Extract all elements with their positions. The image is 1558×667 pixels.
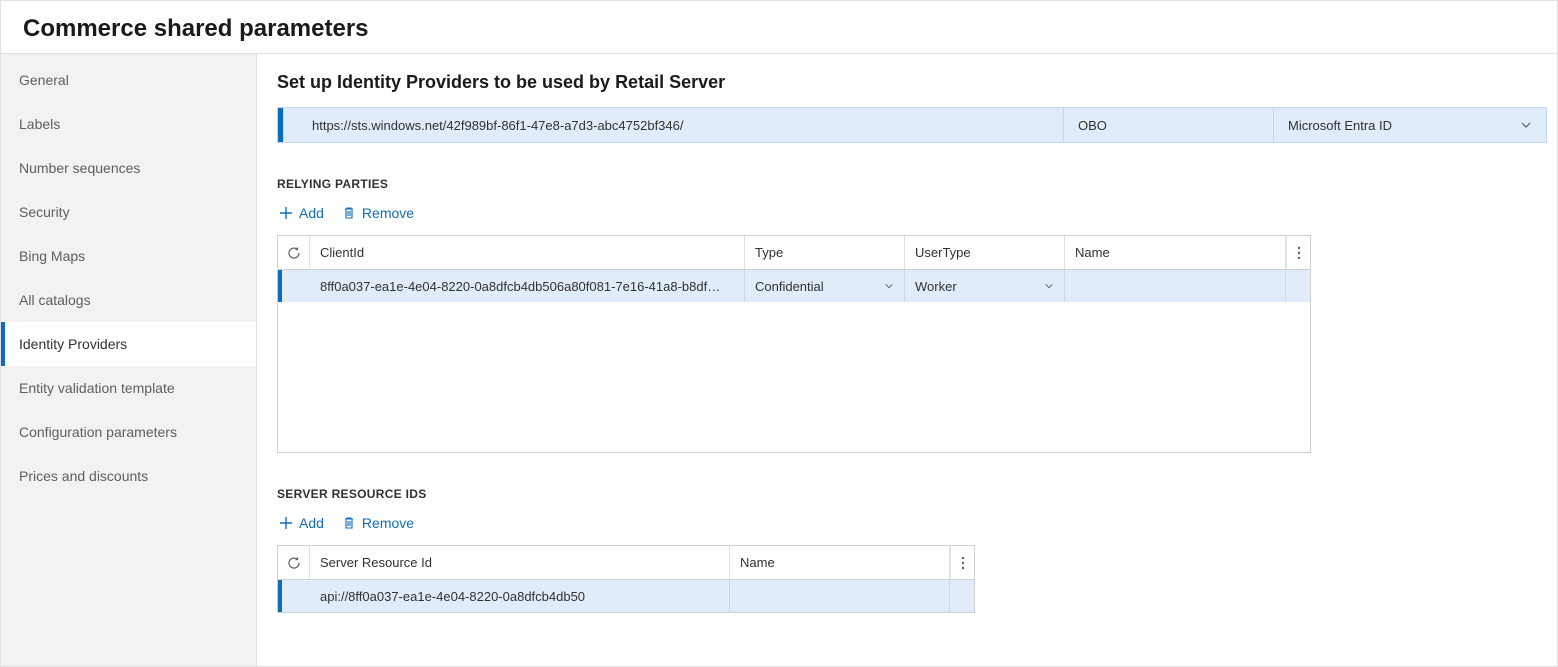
more-icon — [1297, 246, 1301, 260]
clientid-cell[interactable]: 8ff0a037-ea1e-4e04-8220-0a8dfcb4db506a80… — [310, 270, 745, 302]
grid-body: api://8ff0a037-ea1e-4e04-8220-0a8dfcb4db… — [278, 580, 974, 612]
remove-button[interactable]: Remove — [340, 201, 416, 225]
idp-name-cell[interactable]: Microsoft Entra ID — [1273, 108, 1546, 142]
refresh-icon — [287, 556, 301, 570]
sidebar-item-bing-maps[interactable]: Bing Maps — [1, 234, 256, 278]
sidebar-item-labels[interactable]: Labels — [1, 102, 256, 146]
row-selector[interactable] — [278, 580, 310, 612]
sidebar-item-label: Security — [19, 204, 70, 220]
grid-header: ClientId Type UserType Name — [278, 236, 1310, 270]
main-content: Set up Identity Providers to be used by … — [257, 54, 1557, 666]
relying-parties-title: RELYING PARTIES — [277, 177, 1547, 191]
server-resource-id-cell[interactable]: api://8ff0a037-ea1e-4e04-8220-0a8dfcb4db… — [310, 580, 730, 612]
idp-type-cell[interactable]: OBO — [1063, 108, 1273, 142]
idp-issuer-cell[interactable]: https://sts.windows.net/42f989bf-86f1-47… — [283, 108, 1063, 142]
section-heading: Set up Identity Providers to be used by … — [277, 72, 1547, 93]
chevron-down-icon — [1520, 119, 1532, 131]
refresh-button[interactable] — [278, 546, 310, 579]
sidebar-item-label: All catalogs — [19, 292, 91, 308]
idp-issuer-value: https://sts.windows.net/42f989bf-86f1-47… — [312, 118, 683, 133]
server-resource-id-value: api://8ff0a037-ea1e-4e04-8220-0a8dfcb4db… — [320, 589, 585, 604]
server-resource-ids-toolbar: Add Remove — [277, 511, 1547, 535]
sidebar-item-label: Prices and discounts — [19, 468, 148, 484]
table-row[interactable]: api://8ff0a037-ea1e-4e04-8220-0a8dfcb4db… — [278, 580, 974, 612]
add-button[interactable]: Add — [277, 511, 326, 535]
column-header-server-resource-id[interactable]: Server Resource Id — [310, 546, 730, 579]
plus-icon — [279, 516, 293, 530]
sidebar-item-entity-validation-template[interactable]: Entity validation template — [1, 366, 256, 410]
identity-provider-row[interactable]: https://sts.windows.net/42f989bf-86f1-47… — [277, 107, 1547, 143]
add-label: Add — [299, 515, 324, 531]
idp-type-value: OBO — [1078, 118, 1107, 133]
add-label: Add — [299, 205, 324, 221]
sidebar-item-label: Identity Providers — [19, 336, 127, 352]
column-header-name[interactable]: Name — [730, 546, 950, 579]
grid-empty-space — [278, 302, 1310, 452]
more-options-button[interactable] — [950, 546, 974, 579]
type-value: Confidential — [755, 279, 824, 294]
row-selector[interactable] — [278, 270, 310, 302]
remove-button[interactable]: Remove — [340, 511, 416, 535]
sidebar-item-label: Configuration parameters — [19, 424, 177, 440]
row-trailing — [1286, 270, 1310, 302]
sidebar-item-number-sequences[interactable]: Number sequences — [1, 146, 256, 190]
sidebar-item-security[interactable]: Security — [1, 190, 256, 234]
server-resource-ids-title: SERVER RESOURCE IDS — [277, 487, 1547, 501]
refresh-icon — [287, 246, 301, 260]
usertype-value: Worker — [915, 279, 957, 294]
relying-parties-grid: ClientId Type UserType Name 8ff0a037-ea1… — [277, 235, 1311, 453]
sidebar-item-prices-and-discounts[interactable]: Prices and discounts — [1, 454, 256, 498]
column-header-clientid[interactable]: ClientId — [310, 236, 745, 269]
sidebar-item-general[interactable]: General — [1, 58, 256, 102]
page-title: Commerce shared parameters — [1, 1, 1557, 53]
remove-label: Remove — [362, 515, 414, 531]
sidebar-item-all-catalogs[interactable]: All catalogs — [1, 278, 256, 322]
column-header-type[interactable]: Type — [745, 236, 905, 269]
more-options-button[interactable] — [1286, 236, 1310, 269]
column-header-usertype[interactable]: UserType — [905, 236, 1065, 269]
name-cell[interactable] — [1065, 270, 1286, 302]
sidebar-item-label: Bing Maps — [19, 248, 85, 264]
trash-icon — [342, 206, 356, 220]
trash-icon — [342, 516, 356, 530]
clientid-value: 8ff0a037-ea1e-4e04-8220-0a8dfcb4db506a80… — [320, 279, 720, 294]
grid-body: 8ff0a037-ea1e-4e04-8220-0a8dfcb4db506a80… — [278, 270, 1310, 452]
sidebar-item-identity-providers[interactable]: Identity Providers — [1, 322, 256, 366]
sidebar-item-label: General — [19, 72, 69, 88]
usertype-cell[interactable]: Worker — [905, 270, 1065, 302]
sidebar-item-label: Labels — [19, 116, 60, 132]
relying-parties-toolbar: Add Remove — [277, 201, 1547, 225]
sidebar-item-configuration-parameters[interactable]: Configuration parameters — [1, 410, 256, 454]
sidebar-item-label: Entity validation template — [19, 380, 175, 396]
grid-header: Server Resource Id Name — [278, 546, 974, 580]
column-header-name[interactable]: Name — [1065, 236, 1286, 269]
more-icon — [961, 556, 965, 570]
server-resource-ids-grid: Server Resource Id Name api://8ff0a037-e… — [277, 545, 975, 613]
content-wrap: General Labels Number sequences Security… — [1, 53, 1557, 666]
chevron-down-icon — [884, 281, 894, 291]
name-cell[interactable] — [730, 580, 950, 612]
plus-icon — [279, 206, 293, 220]
table-row[interactable]: 8ff0a037-ea1e-4e04-8220-0a8dfcb4db506a80… — [278, 270, 1310, 302]
sidebar-item-label: Number sequences — [19, 160, 140, 176]
type-cell[interactable]: Confidential — [745, 270, 905, 302]
remove-label: Remove — [362, 205, 414, 221]
add-button[interactable]: Add — [277, 201, 326, 225]
chevron-down-icon — [1044, 281, 1054, 291]
sidebar: General Labels Number sequences Security… — [1, 54, 257, 666]
refresh-button[interactable] — [278, 236, 310, 269]
idp-name-value: Microsoft Entra ID — [1288, 118, 1392, 133]
row-trailing — [950, 580, 974, 612]
